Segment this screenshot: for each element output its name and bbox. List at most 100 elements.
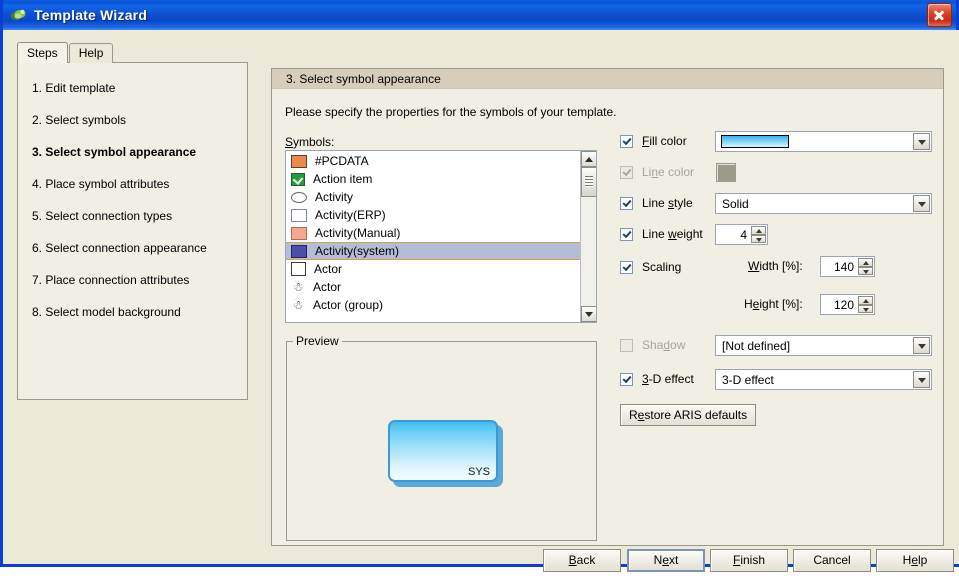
list-item-selected[interactable]: Activity(system) [286,242,580,260]
step-item-2[interactable]: 2. Select symbols [32,113,247,127]
fill-color-checkbox[interactable] [620,134,633,148]
scroll-up-icon[interactable] [581,151,596,167]
symbols-listbox[interactable]: #PCDATA Action item Activity Activity(ER… [285,150,597,323]
step-item-6[interactable]: 6. Select connection appearance [32,241,247,255]
step-item-1[interactable]: 1. Edit template [32,81,247,95]
shadow-combobox[interactable]: [Not defined] [715,335,932,356]
line-style-checkbox[interactable] [620,196,633,210]
fill-color-combobox[interactable] [715,131,932,152]
spin-up-icon[interactable] [751,226,766,235]
list-item-label: Activity(ERP) [315,208,386,222]
person-icon: ☃ [292,297,304,312]
list-item[interactable]: Activity [286,188,580,206]
line-weight-row: Line weight [620,224,703,244]
list-item[interactable]: #PCDATA [286,152,580,170]
line-color-row: Line color [620,162,694,182]
scrollbar-thumb[interactable] [581,167,596,197]
symbols-list: #PCDATA Action item Activity Activity(ER… [286,151,580,314]
restore-aris-defaults-button[interactable]: Restore ARIS defaults [620,404,757,426]
dialog-client-area: Steps Help 1. Edit template 2. Select sy… [6,30,959,572]
ellipse-icon [291,191,307,203]
list-item[interactable]: Actor [286,260,580,278]
line-weight-spin-buttons[interactable] [751,226,766,243]
shadow-value: [Not defined] [722,338,791,353]
steps-panel: 1. Edit template 2. Select symbols 3. Se… [17,62,248,400]
preview-symbol: SYS [388,420,503,487]
scaling-checkbox[interactable] [620,260,633,274]
rect-orange-icon [291,154,307,168]
tab-steps[interactable]: Steps [17,42,68,63]
three-d-effect-row: 3-D effect [620,369,694,389]
scaling-height-label: Height [%]: [744,297,803,311]
rect-darkblue-icon [291,244,307,258]
next-button[interactable]: Next [627,549,705,572]
finish-button[interactable]: Finish [710,549,788,572]
spin-down-icon[interactable] [858,266,873,275]
shadow-checkbox[interactable] [620,338,633,352]
chevron-down-icon[interactable] [913,195,930,212]
line-weight-spinner[interactable]: 4 [715,224,768,245]
symbols-scrollbar[interactable] [580,151,596,322]
step-item-8[interactable]: 8. Select model background [32,305,247,319]
scaling-width-spinner[interactable]: 140 [820,256,875,277]
left-tabstrip: Steps Help [17,42,248,63]
list-item[interactable]: ☃ Actor (group) [286,296,580,314]
fill-color-label: Fill color [642,134,687,148]
chevron-down-icon[interactable] [913,337,930,354]
preview-symbol-text: SYS [467,466,490,478]
list-item-label: Activity [315,190,354,204]
spin-up-icon[interactable] [858,296,873,305]
list-item[interactable]: Action item [286,170,580,188]
step-item-3[interactable]: 3. Select symbol appearance [32,145,247,159]
line-weight-checkbox[interactable] [620,227,633,241]
list-item-label: Actor [313,280,342,294]
spin-up-icon[interactable] [858,258,873,267]
scaling-width-spin-buttons[interactable] [858,258,873,275]
list-item-label: Actor [314,262,343,276]
chevron-down-icon[interactable] [913,371,930,388]
cancel-button[interactable]: Cancel [793,549,871,572]
app-icon [10,7,27,24]
three-d-effect-combobox[interactable]: 3-D effect [715,369,932,390]
line-color-label: Line color [642,165,695,179]
line-color-swatch[interactable] [716,163,736,182]
symbols-label-text: ymbols: [293,135,335,149]
list-item[interactable]: Activity(ERP) [286,206,580,224]
line-weight-label: Line weight [642,227,703,241]
dialog-button-bar: Back Next Finish Cancel Help [6,549,959,579]
tab-help[interactable]: Help [68,43,114,63]
list-item-label: Action item [313,172,373,186]
line-color-checkbox[interactable] [620,165,633,179]
preview-symbol-body: SYS [388,420,498,482]
step-item-7[interactable]: 7. Place connection attributes [32,273,247,287]
three-d-effect-checkbox[interactable] [620,372,633,386]
window-titlebar: Template Wizard [3,0,956,30]
back-button[interactable]: Back [543,549,621,572]
three-d-effect-value: 3-D effect [722,372,774,387]
main-panel: 3. Select symbol appearance Please speci… [271,68,944,546]
spin-down-icon[interactable] [858,304,873,313]
rect-green-check-icon [291,172,305,186]
intro-text: Please specify the properties for the sy… [285,105,617,119]
scaling-height-spinner[interactable]: 120 [820,294,875,315]
close-icon[interactable] [927,3,952,27]
symbols-label: Symbols: [285,135,335,149]
shadow-label: Shadow [642,338,686,352]
line-style-combobox[interactable]: Solid [715,193,932,214]
step-item-4[interactable]: 4. Place symbol attributes [32,177,247,191]
list-item[interactable]: Activity(Manual) [286,224,580,242]
list-item-label: Activity(Manual) [315,226,401,240]
line-style-label: Line style [642,196,693,210]
step-item-5[interactable]: 5. Select connection types [32,209,247,223]
scaling-height-spin-buttons[interactable] [858,296,873,313]
list-item-label: #PCDATA [315,154,369,168]
chevron-down-icon[interactable] [913,133,930,150]
help-button[interactable]: Help [876,549,954,572]
rect-blue-outline-icon [291,208,307,222]
three-d-effect-label: 3-D effect [642,372,694,386]
fill-color-swatch [721,135,789,148]
list-item[interactable]: ☃ Actor [286,278,580,296]
scaling-label: Scaling [642,260,682,274]
spin-down-icon[interactable] [751,234,766,243]
scroll-down-icon[interactable] [581,306,596,322]
